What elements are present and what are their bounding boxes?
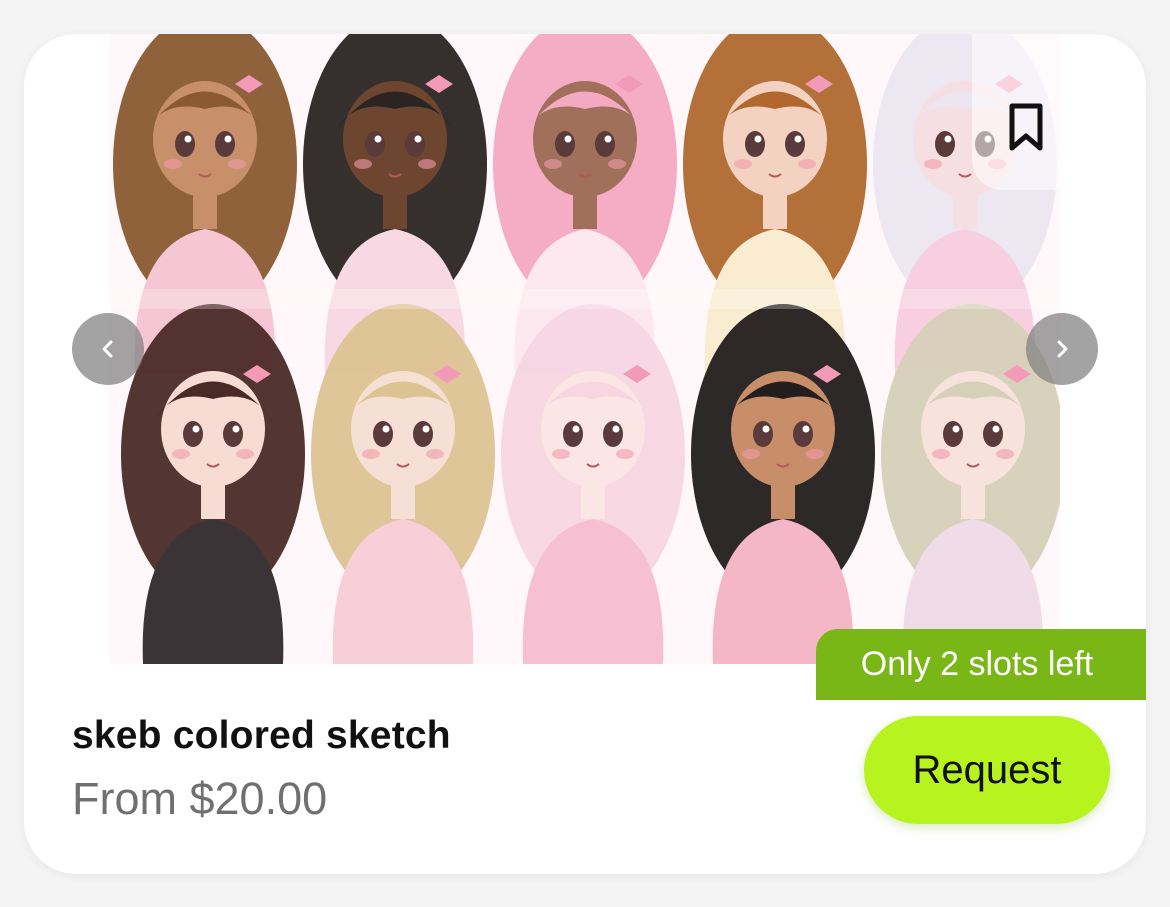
slots-left-badge: Only 2 slots left [816, 629, 1146, 700]
bookmark-button[interactable] [972, 34, 1080, 190]
artwork-image [110, 34, 1060, 664]
previous-image-button[interactable] [72, 313, 144, 385]
chevron-left-icon [102, 340, 113, 358]
character-figure [691, 304, 875, 664]
character-figure [121, 304, 305, 664]
chevron-right-icon [1057, 340, 1068, 358]
next-image-button[interactable] [1026, 313, 1098, 385]
bookmark-icon [1009, 103, 1043, 151]
request-button[interactable]: Request [864, 716, 1110, 824]
listing-title: skeb colored sketch [72, 714, 451, 757]
listing-price: From $20.00 [72, 773, 328, 824]
character-figure [311, 304, 495, 664]
commission-card[interactable]: Only 2 slots left skeb colored sketch Fr… [24, 34, 1146, 874]
artwork-gallery[interactable] [110, 34, 1060, 664]
character-figure [501, 304, 685, 664]
